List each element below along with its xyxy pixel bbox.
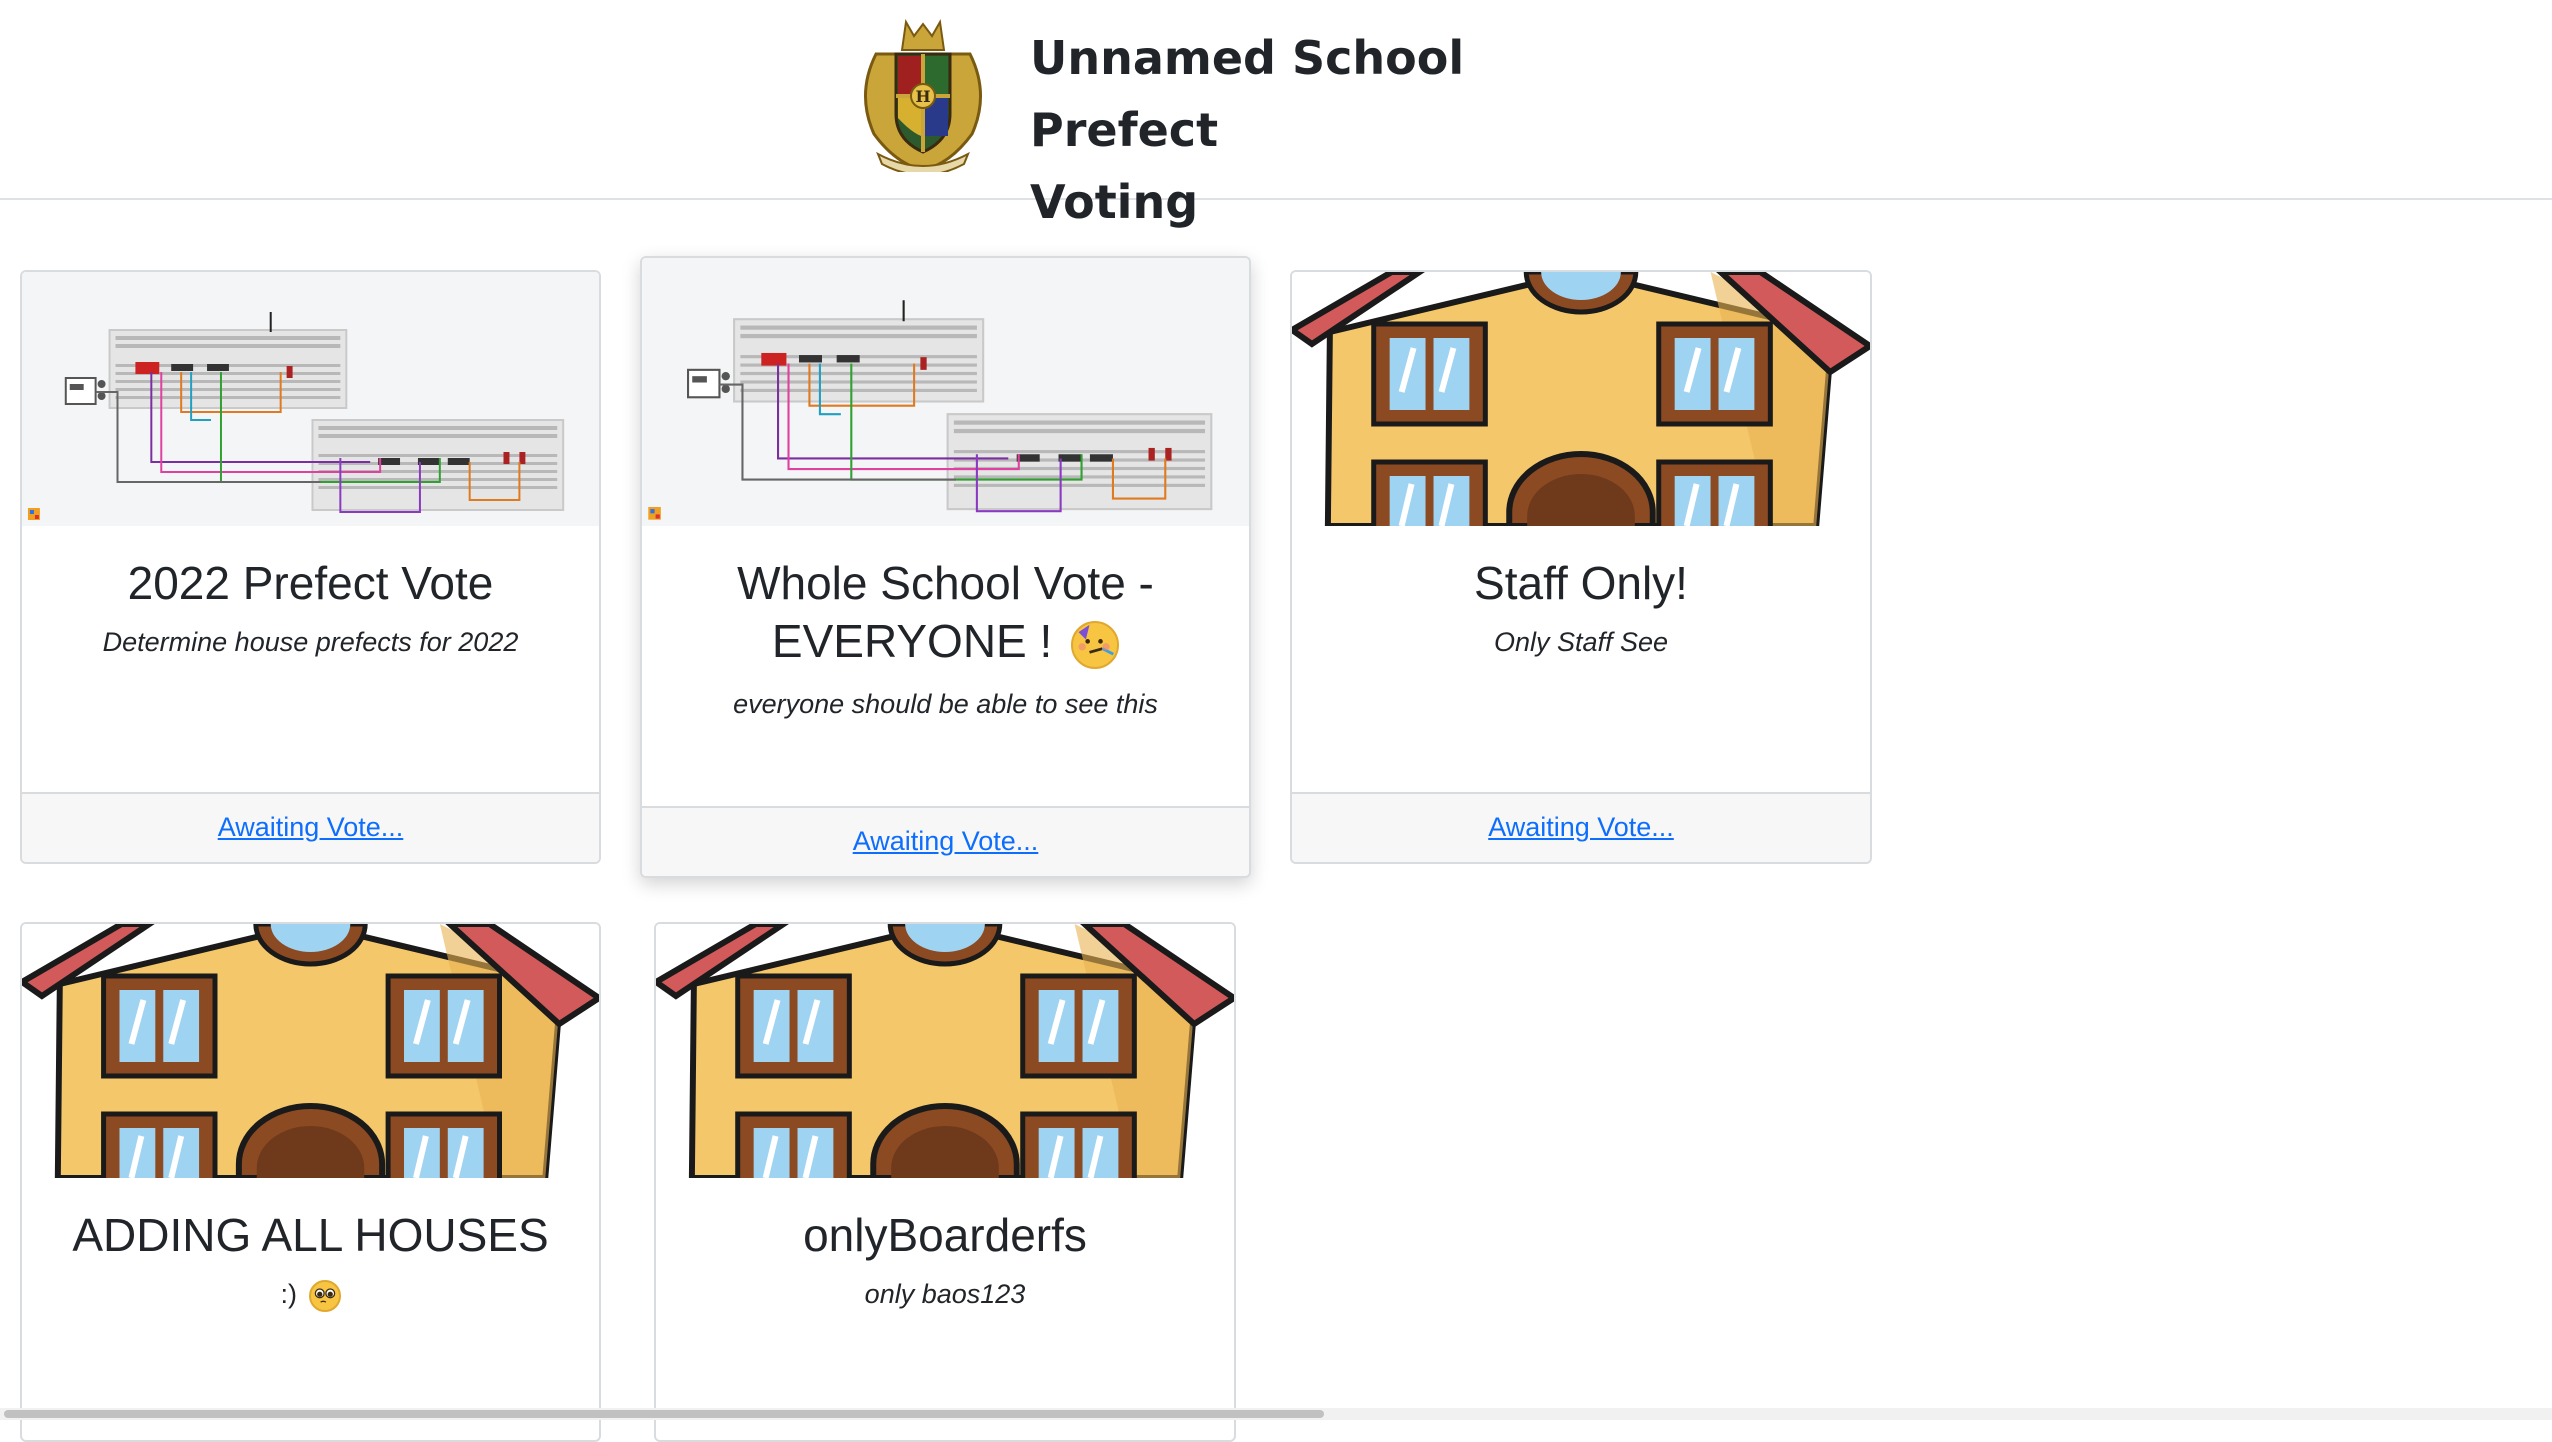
card-footer: Awaiting Vote...: [22, 792, 599, 862]
vote-card-staff-only[interactable]: Staff Only! Only Staff See Awaiting Vote…: [1290, 270, 1872, 864]
breadboard-circuit-image: [22, 272, 599, 526]
breadboard-circuit-image: [642, 258, 1249, 526]
house-cartoon-image: [1292, 272, 1870, 526]
card-description: :): [22, 1276, 599, 1312]
horizontal-scrollbar[interactable]: [0, 1408, 2552, 1420]
card-title: onlyBoarderfs: [803, 1209, 1087, 1261]
awaiting-vote-link[interactable]: Awaiting Vote...: [1488, 812, 1674, 843]
card-title: Whole School Vote - EVERYONE !: [642, 554, 1249, 670]
site-header: H Unnamed School Prefect Voting: [0, 0, 2552, 229]
vote-card-adding-all-houses[interactable]: ADDING ALL HOUSES :): [20, 922, 601, 1442]
card-description-text: :): [280, 1279, 297, 1309]
vote-card-2022-prefect[interactable]: 2022 Prefect Vote Determine house prefec…: [20, 270, 601, 864]
card-title: Staff Only!: [1474, 557, 1688, 609]
hogwarts-crest-icon[interactable]: H: [856, 14, 990, 176]
scrollbar-thumb[interactable]: [4, 1410, 1324, 1418]
house-cartoon-image: [656, 924, 1234, 1178]
page-title: Unnamed School Prefect Voting: [1030, 22, 1630, 238]
card-title: 2022 Prefect Vote: [127, 557, 494, 609]
pleading-face-icon: [308, 1279, 341, 1312]
svg-text:H: H: [915, 87, 930, 106]
card-title-line1: Whole School Vote -: [737, 557, 1154, 609]
card-description: only baos123: [864, 1279, 1026, 1309]
card-footer: Awaiting Vote...: [1292, 792, 1870, 862]
card-title: ADDING ALL HOUSES: [72, 1209, 549, 1261]
vote-card-only-boarders[interactable]: onlyBoarderfs only baos123: [654, 922, 1236, 1442]
awaiting-vote-link[interactable]: Awaiting Vote...: [853, 826, 1039, 857]
card-footer: Awaiting Vote...: [642, 806, 1249, 876]
page-title-line2: Voting: [1030, 175, 1199, 229]
house-cartoon-image: [22, 924, 599, 1178]
awaiting-vote-link[interactable]: Awaiting Vote...: [218, 812, 404, 843]
card-description: everyone should be able to see this: [733, 689, 1158, 719]
page-title-line1: Unnamed School Prefect: [1030, 31, 1465, 157]
card-description: Determine house prefects for 2022: [102, 627, 519, 657]
vote-card-whole-school[interactable]: Whole School Vote - EVERYONE ! everyone …: [640, 256, 1251, 878]
card-description: Only Staff See: [1493, 627, 1669, 657]
card-title-line2: EVERYONE !: [771, 615, 1053, 667]
partying-face-icon: [1071, 620, 1120, 669]
